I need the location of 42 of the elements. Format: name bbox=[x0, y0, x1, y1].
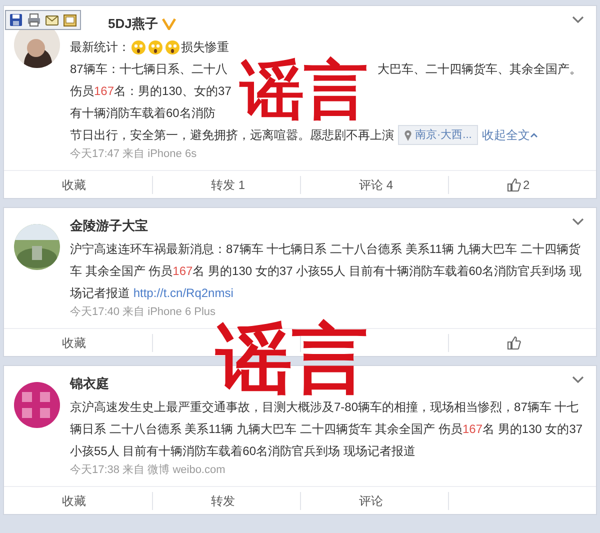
author-name[interactable]: 锦衣庭 bbox=[70, 374, 109, 394]
post-text: 最新统计： bbox=[70, 39, 130, 56]
chevron-down-icon[interactable] bbox=[572, 376, 584, 384]
post-text: 节日出行，安全第一，避免拥挤，远离喧嚣。愿悲剧不再上演 bbox=[70, 127, 394, 144]
action-button[interactable]: 收藏 bbox=[62, 492, 86, 510]
post-text: 伤员167名：男的130、女的37 bbox=[70, 83, 232, 100]
post-text: 京沪高速发生史上最严重交通事故，目测大概涉及7-80辆车的相撞，现场相当惨烈，87辆车 十七辆日系 二十八台德系 美系11辆 九辆大巴车 二十四辆货车 其余全国产 伤员167名 男的130 女的37 小孩55人 目前有十辆消防车载着60名消防官兵到场 现场记者报道 bbox=[70, 399, 584, 460]
action-button[interactable]: 收藏 bbox=[62, 334, 86, 352]
author-name[interactable]: 5DJ燕子 bbox=[108, 14, 158, 34]
action-button[interactable]: 转发 1 bbox=[211, 176, 246, 194]
thumbs-up-icon bbox=[507, 178, 521, 192]
post-text: 有十辆消防车载着60名消防 bbox=[70, 105, 216, 122]
action-button[interactable]: 评论 4 bbox=[359, 176, 394, 194]
action-button[interactable]: 评论 bbox=[359, 492, 383, 510]
post-text: 沪宁高速连环车祸最新消息：87辆车 十七辆日系 二十八台德系 美系11辆 九辆大巴车 二十四辆货车 其余全国产 伤员167名 男的130 女的37 小孩55人 目前有十辆消防车载着60名消防官兵到场 现场记者报道 http://t.cn/Rq2nmsi bbox=[70, 241, 582, 302]
printer-icon[interactable] bbox=[27, 13, 41, 27]
thumbs-up-icon bbox=[507, 336, 521, 350]
post-meta: 今天17:38 来自 微博 weibo.com bbox=[70, 463, 226, 478]
action-button[interactable]: 转发 bbox=[211, 492, 235, 510]
envelope-icon[interactable] bbox=[45, 13, 59, 27]
post-meta: 今天17:40 来自 iPhone 6 Plus bbox=[70, 305, 217, 320]
post-text: 大巴车、二十四辆货车、其余全国产。 bbox=[377, 61, 582, 78]
chevron-down-icon[interactable] bbox=[572, 16, 584, 24]
location-tag[interactable]: 南京·大西... bbox=[398, 125, 478, 145]
post-meta: 今天17:47 来自 iPhone 6s bbox=[70, 147, 198, 162]
chevron-down-icon[interactable] bbox=[572, 218, 584, 226]
post-text: 损失惨重 bbox=[181, 39, 229, 56]
post-text: 87辆车：十七辆日系、二十八 bbox=[70, 61, 228, 78]
rumor-label: 谣言 bbox=[240, 58, 368, 122]
collapse-link[interactable]: 收起全文 bbox=[482, 126, 530, 144]
like-button[interactable]: 2 bbox=[507, 176, 530, 194]
short-link[interactable]: http://t.cn/Rq2nmsi bbox=[133, 286, 234, 300]
like-button[interactable] bbox=[507, 336, 521, 350]
save-icon[interactable] bbox=[9, 13, 23, 27]
scream-emoji-icon bbox=[165, 40, 180, 54]
caret-up-icon bbox=[530, 132, 538, 138]
folder-icon[interactable] bbox=[63, 13, 77, 27]
scream-emoji-icon bbox=[148, 40, 163, 54]
action-button[interactable]: 收藏 bbox=[62, 176, 86, 194]
scream-emoji-icon bbox=[131, 40, 146, 54]
location-pin-icon bbox=[404, 130, 412, 140]
author-name[interactable]: 金陵游子大宝 bbox=[70, 216, 148, 236]
